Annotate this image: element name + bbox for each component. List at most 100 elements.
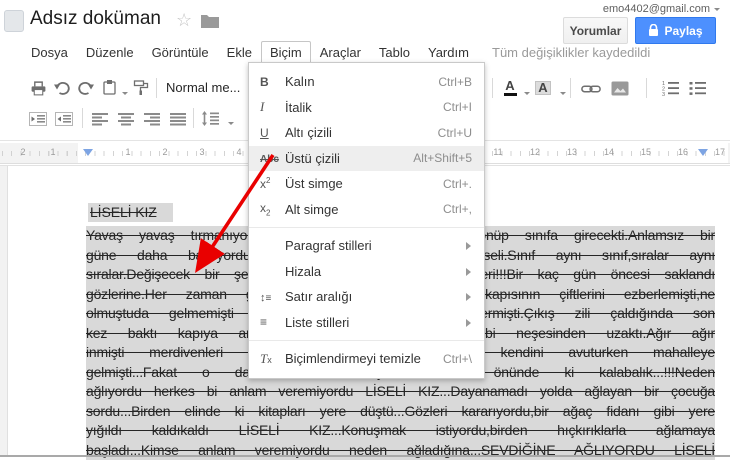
menu-item-liste-stilleri[interactable]: ≡ Liste stilleri <box>249 310 484 336</box>
right-indent-marker[interactable] <box>698 149 708 161</box>
menu-item-kal-n[interactable]: B Kalın Ctrl+B <box>249 69 484 95</box>
menu-item-shortcut: Ctrl+. <box>442 176 472 191</box>
ruler-number: 16 <box>677 147 689 157</box>
menu-item-hizala[interactable]: Hizala <box>249 259 484 285</box>
ruler-number: 17 <box>714 147 726 157</box>
line-spacing-caret[interactable] <box>221 114 241 132</box>
menu-item--st-izili[interactable]: Abc Üstü çizili Alt+Shift+5 <box>249 145 484 171</box>
ruler-number: 12 <box>529 147 541 157</box>
print-icon[interactable] <box>28 79 48 97</box>
google-docs-window: Adsız doküman ☆ emo4402@gmail.com Yoruml… <box>0 0 730 460</box>
indent-decrease-icon[interactable] <box>28 110 48 128</box>
indent-increase-icon[interactable] <box>54 110 74 128</box>
menu-separator <box>249 340 484 341</box>
underline-icon: U <box>260 125 269 140</box>
menu-item-label: Paragraf stilleri <box>285 238 372 254</box>
star-icon[interactable]: ☆ <box>176 9 192 31</box>
menubar-item-tablo[interactable]: Tablo <box>370 41 419 64</box>
paint-format-icon[interactable] <box>131 78 151 96</box>
align-left-icon[interactable] <box>90 110 110 128</box>
menubar-item-düzenle[interactable]: Düzenle <box>77 41 143 64</box>
numbered-list-icon[interactable]: 123 <box>660 79 680 97</box>
ruler-number: 2 <box>162 147 168 157</box>
bold-icon: B <box>260 74 269 89</box>
folder-icon[interactable] <box>201 14 219 33</box>
line-spacing-icon[interactable] <box>200 109 220 127</box>
redo-icon[interactable] <box>76 79 96 97</box>
account-email: emo4402@gmail.com <box>602 3 710 15</box>
save-status: Tüm değişiklikler kaydedildi <box>492 44 651 60</box>
menu-item-label: Alt simge <box>285 201 339 217</box>
bulleted-list-icon[interactable] <box>687 79 707 97</box>
menubar-item-biçim[interactable]: Biçim <box>260 40 311 64</box>
submenu-arrow-icon <box>466 293 475 301</box>
ruler-number: 14 <box>603 147 615 157</box>
line-spacing-icon: ↕≡ <box>260 291 271 304</box>
menu-item-label: Üst simge <box>285 176 343 192</box>
document-line[interactable]: başladı...Kimse anlam veremiyordu neden … <box>86 440 715 460</box>
ruler-number: 2 <box>20 147 26 157</box>
insert-image-icon[interactable] <box>610 79 630 97</box>
document-title-field[interactable]: Adsız doküman <box>30 8 161 30</box>
menubar-item-görüntüle[interactable]: Görüntüle <box>143 41 218 64</box>
subscript-icon: x2 <box>260 201 271 218</box>
strikethrough-icon: Abc <box>260 154 279 166</box>
document-line[interactable]: sordu...Birden elinde ki kitapları yere … <box>86 401 715 421</box>
docs-app-icon[interactable] <box>4 10 24 32</box>
ruler-number: 1 <box>125 147 131 157</box>
ruler-number: 15 <box>640 147 652 157</box>
lock-icon <box>649 24 659 36</box>
menu-item-shortcut: Ctrl+U <box>437 125 472 140</box>
superscript-icon: x2 <box>260 176 271 192</box>
document-heading[interactable]: LİSELİ KIZ <box>88 203 173 222</box>
ruler-number: 13 <box>566 147 578 157</box>
chevron-down-icon <box>714 7 720 14</box>
menubar-items: Dosya Düzenle Görüntüle Ekle Biçim Araçlar Tab… <box>22 40 478 64</box>
menu-item-sat-r-aral-[interactable]: ↕≡ Satır aralığı <box>249 284 484 310</box>
document-line[interactable]: yığıldı kaldıkaldı LİSELİ KIZ...Konuşmak… <box>86 421 715 441</box>
menu-item--st-simge[interactable]: x2 Üst simge Ctrl+. <box>249 171 484 197</box>
submenu-arrow-icon <box>466 267 475 276</box>
ruler-number: 3 <box>199 147 205 157</box>
menu-item-label: Kalın <box>285 74 315 90</box>
insert-link-icon[interactable] <box>581 80 601 98</box>
ruler-number: 4 <box>236 147 242 157</box>
submenu-arrow-icon <box>466 242 475 250</box>
menu-item-label: Hizala <box>285 263 322 279</box>
format-menu: B Kalın Ctrl+B I İtalik Ctrl+I U Altı çizili Ctr… <box>248 62 485 379</box>
menubar-item-ekle[interactable]: Ekle <box>218 41 261 64</box>
share-button-label: Paylaş <box>664 23 703 38</box>
menu-item-bi-imlendirmeyi-temizle[interactable]: Tx Biçimlendirmeyi temizle Ctrl+\ <box>249 346 484 372</box>
document-line[interactable]: ağlıyordu herkes bi anlam veremiyordu Lİ… <box>86 382 715 402</box>
submenu-arrow-icon <box>466 318 475 327</box>
align-center-icon[interactable] <box>116 110 136 128</box>
menu-item-label: İtalik <box>285 99 312 115</box>
menu-item-shortcut: Ctrl+B <box>438 74 472 89</box>
align-right-icon[interactable] <box>142 110 162 128</box>
menu-item-paragraf-stilleri[interactable]: Paragraf stilleri <box>249 233 484 259</box>
ruler-number: 11 <box>493 147 503 157</box>
menu-item-shortcut: Ctrl+\ <box>442 351 472 366</box>
page-bottom-edge <box>0 455 730 457</box>
menu-item-label: Biçimlendirmeyi temizle <box>285 351 421 367</box>
menu-item-shortcut: Ctrl+, <box>442 202 472 217</box>
highlight-color-icon[interactable]: A <box>533 79 553 97</box>
menubar-item-dosya[interactable]: Dosya <box>22 41 77 64</box>
align-justify-icon[interactable] <box>168 110 188 128</box>
left-indent-marker[interactable] <box>83 149 93 161</box>
menubar-item-yardım[interactable]: Yardım <box>419 41 478 64</box>
menu-separator <box>249 227 484 228</box>
undo-icon[interactable] <box>52 79 72 97</box>
paragraph-styles-dropdown[interactable]: Normal me... <box>166 80 240 95</box>
menu-item-i-talik[interactable]: I İtalik Ctrl+I <box>249 95 484 121</box>
clear-formatting-icon: Tx <box>260 350 272 366</box>
menu-item-label: Altı çizili <box>285 125 332 141</box>
ruler-number: 1 <box>50 147 56 157</box>
page-left-margin <box>0 166 8 455</box>
italic-icon: I <box>260 99 265 115</box>
menu-item-alt-simge[interactable]: x2 Alt simge Ctrl+, <box>249 197 484 223</box>
menubar-item-araçlar[interactable]: Araçlar <box>311 41 370 64</box>
menu-item-label: Satır aralığı <box>285 289 353 305</box>
menu-item-alt-izili[interactable]: U Altı çizili Ctrl+U <box>249 120 484 146</box>
account-menu[interactable]: emo4402@gmail.com <box>603 3 720 15</box>
